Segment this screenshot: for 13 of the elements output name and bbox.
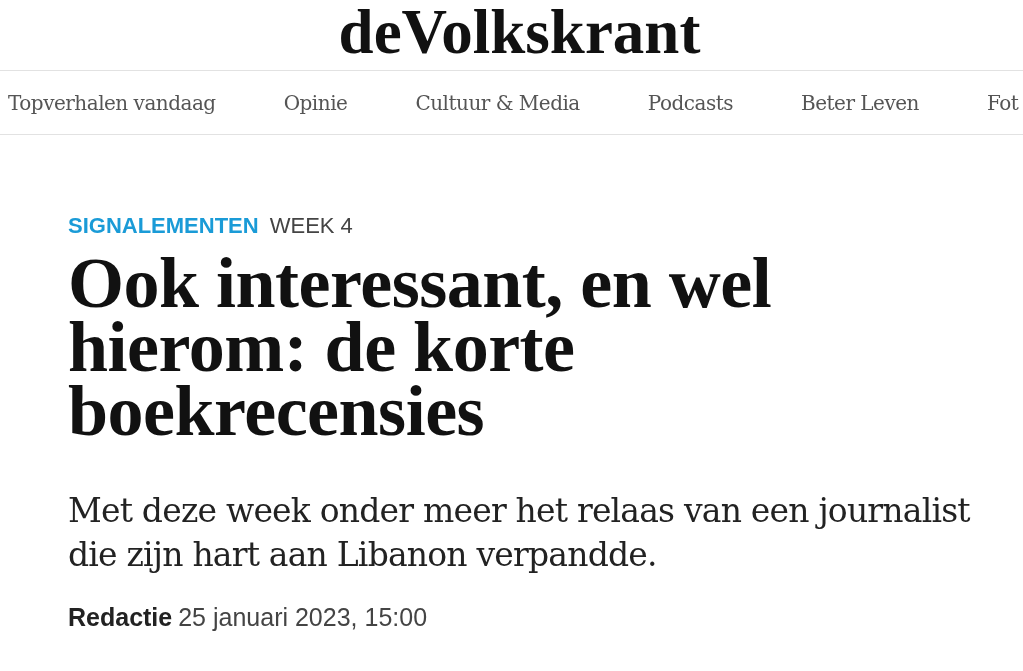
series-label: WEEK 4 (269, 213, 353, 239)
nav-link[interactable]: Fot (986, 90, 1019, 115)
article-standfirst: Met deze week onder meer het relaas van een journalist die zijn hart aan Libanon verpandde. (68, 490, 971, 576)
publish-date: 25 januari 2023, 15:00 (178, 603, 428, 632)
article-headline: Ook interessant, en wel hierom: de korte boekrecensies (68, 251, 773, 443)
section-label: SIGNALEMENTEN (68, 213, 259, 239)
author-name: Redactie (68, 603, 173, 632)
nav-link[interactable]: Cultuur & Media (415, 90, 580, 115)
newspaper-logo[interactable]: deVolkskrant (338, 0, 701, 64)
nav-link[interactable]: Opinie (283, 90, 348, 115)
nav-link[interactable]: Podcasts (647, 90, 733, 115)
nav-link[interactable]: Beter Leven (801, 90, 919, 115)
nav-link[interactable]: Topverhalen vandaag (8, 90, 216, 115)
